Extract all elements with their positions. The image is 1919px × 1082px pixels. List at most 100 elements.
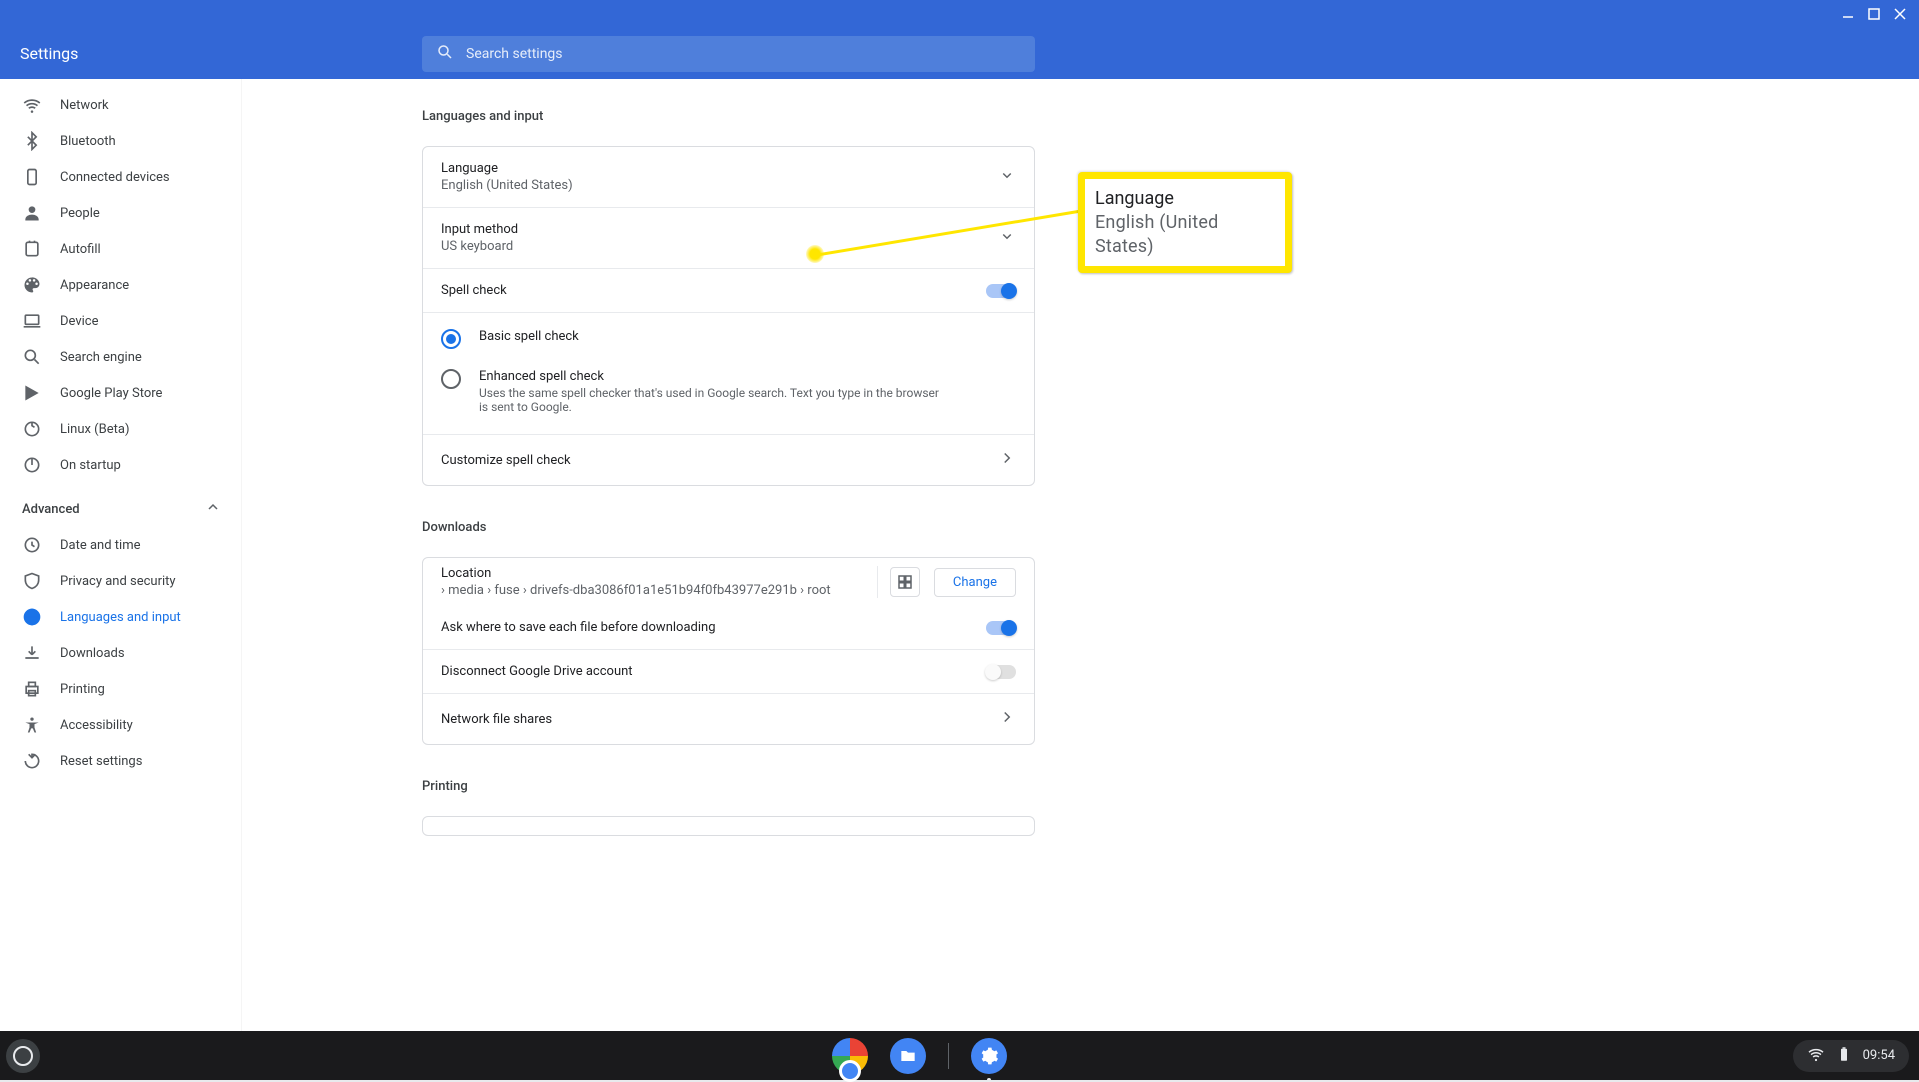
minimize-button[interactable] xyxy=(1835,3,1861,25)
globe-icon xyxy=(22,607,42,627)
radio-checked-icon xyxy=(441,329,461,349)
customize-spellcheck-label: Customize spell check xyxy=(441,453,571,468)
basic-spellcheck-radio[interactable]: Basic spell check xyxy=(423,319,1034,359)
sidebar-item-label: Reset settings xyxy=(60,754,142,769)
sidebar-advanced-toggle[interactable]: Advanced xyxy=(0,491,241,527)
laptop-icon xyxy=(22,311,42,331)
callout-dot-icon xyxy=(806,245,824,263)
location-label: Location xyxy=(441,566,865,581)
sidebar-item-label: Downloads xyxy=(60,646,125,661)
status-tray[interactable]: 09:54 xyxy=(1793,1040,1909,1072)
search-icon xyxy=(22,347,42,367)
person-icon xyxy=(22,203,42,223)
spellcheck-row: Spell check xyxy=(423,268,1034,312)
enhanced-spellcheck-desc: Uses the same spell checker that's used … xyxy=(479,386,939,414)
sidebar-item-printing[interactable]: Printing xyxy=(0,671,241,707)
language-label: Language xyxy=(441,161,573,176)
sidebar-item-label: Device xyxy=(60,314,99,329)
sidebar-item-label: Search engine xyxy=(60,350,142,365)
callout-annotation: Language English (United States) xyxy=(1078,172,1292,273)
wifi-status-icon xyxy=(1807,1045,1825,1067)
sidebar-item-label: Google Play Store xyxy=(60,386,162,401)
network-shares-row[interactable]: Network file shares xyxy=(423,693,1034,744)
input-method-row[interactable]: Input method US keyboard xyxy=(423,207,1034,268)
restore-icon xyxy=(22,751,42,771)
section-title-printing: Printing xyxy=(422,779,1035,794)
files-app-icon[interactable] xyxy=(890,1038,926,1074)
settings-app-icon[interactable] xyxy=(971,1038,1007,1074)
shelf-divider xyxy=(948,1043,949,1069)
input-method-label: Input method xyxy=(441,222,518,237)
sidebar-item-accessibility[interactable]: Accessibility xyxy=(0,707,241,743)
sidebar-item-linux[interactable]: Linux (Beta) xyxy=(0,411,241,447)
sidebar-item-appearance[interactable]: Appearance xyxy=(0,267,241,303)
sidebar-item-startup[interactable]: On startup xyxy=(0,447,241,483)
palette-icon xyxy=(22,275,42,295)
accessibility-icon xyxy=(22,715,42,735)
sidebar-item-connected-devices[interactable]: Connected devices xyxy=(0,159,241,195)
spellcheck-options: Basic spell check Enhanced spell check U… xyxy=(423,312,1034,434)
sidebar-item-date-time[interactable]: Date and time xyxy=(0,527,241,563)
customize-spellcheck-row[interactable]: Customize spell check xyxy=(423,434,1034,485)
sidebar-item-languages[interactable]: Languages and input xyxy=(0,599,241,635)
settings-content: Languages and input Language English (Un… xyxy=(242,79,1919,1031)
sidebar-item-label: Appearance xyxy=(60,278,129,293)
download-location-row: Location › media › fuse › drivefs-dba308… xyxy=(423,558,1034,606)
open-folder-button[interactable] xyxy=(890,567,920,597)
disconnect-drive-toggle[interactable] xyxy=(986,665,1016,679)
sidebar-item-play-store[interactable]: Google Play Store xyxy=(0,375,241,411)
sidebar-item-label: Date and time xyxy=(60,538,141,553)
close-button[interactable] xyxy=(1887,3,1913,25)
sidebar-item-bluetooth[interactable]: Bluetooth xyxy=(0,123,241,159)
battery-status-icon xyxy=(1835,1045,1853,1067)
bluetooth-icon xyxy=(22,131,42,151)
enhanced-spellcheck-radio[interactable]: Enhanced spell check Uses the same spell… xyxy=(423,359,1034,424)
chevron-down-icon xyxy=(998,166,1016,188)
sidebar-item-autofill[interactable]: Autofill xyxy=(0,231,241,267)
sidebar-item-label: Autofill xyxy=(60,242,101,257)
sidebar-item-downloads[interactable]: Downloads xyxy=(0,635,241,671)
language-value: English (United States) xyxy=(441,178,573,193)
chevron-up-icon xyxy=(207,501,219,517)
basic-spellcheck-label: Basic spell check xyxy=(479,329,579,344)
downloads-card: Location › media › fuse › drivefs-dba308… xyxy=(422,557,1035,745)
app-header: Settings xyxy=(0,28,1919,79)
spellcheck-label: Spell check xyxy=(441,283,507,298)
sidebar-item-label: Linux (Beta) xyxy=(60,422,129,437)
sidebar-item-label: Printing xyxy=(60,682,105,697)
sidebar-item-device[interactable]: Device xyxy=(0,303,241,339)
maximize-button[interactable] xyxy=(1861,3,1887,25)
shelf-taskbar: 09:54 xyxy=(0,1031,1919,1080)
section-title-languages: Languages and input xyxy=(422,109,1035,124)
launcher-button[interactable] xyxy=(6,1039,40,1073)
callout-title: Language xyxy=(1095,187,1275,210)
sidebar-item-label: On startup xyxy=(60,458,121,473)
sidebar-item-reset[interactable]: Reset settings xyxy=(0,743,241,779)
chrome-app-icon[interactable] xyxy=(832,1038,868,1074)
disconnect-drive-label: Disconnect Google Drive account xyxy=(441,664,633,679)
clock-time: 09:54 xyxy=(1863,1048,1895,1063)
page-title: Settings xyxy=(20,44,422,63)
wifi-icon xyxy=(22,95,42,115)
enhanced-spellcheck-label: Enhanced spell check xyxy=(479,369,939,384)
clock-icon xyxy=(22,535,42,555)
spellcheck-toggle[interactable] xyxy=(986,284,1016,298)
sidebar-advanced-label: Advanced xyxy=(22,502,80,517)
callout-subtitle: English (United States) xyxy=(1095,211,1275,258)
sidebar-item-network[interactable]: Network xyxy=(0,87,241,123)
change-location-button[interactable]: Change xyxy=(934,568,1016,597)
sidebar-item-search-engine[interactable]: Search engine xyxy=(0,339,241,375)
play-store-icon xyxy=(22,383,42,403)
search-input[interactable] xyxy=(466,46,1021,62)
sidebar-item-people[interactable]: People xyxy=(0,195,241,231)
sidebar-item-label: Bluetooth xyxy=(60,134,116,149)
sidebar-item-privacy[interactable]: Privacy and security xyxy=(0,563,241,599)
sidebar-item-label: Privacy and security xyxy=(60,574,176,589)
location-path: › media › fuse › drivefs-dba3086f01a1e51… xyxy=(441,583,865,598)
phone-icon xyxy=(22,167,42,187)
search-box[interactable] xyxy=(422,36,1035,72)
ask-download-toggle[interactable] xyxy=(986,621,1016,635)
language-row[interactable]: Language English (United States) xyxy=(423,147,1034,207)
search-icon xyxy=(436,43,454,65)
linux-icon xyxy=(22,419,42,439)
